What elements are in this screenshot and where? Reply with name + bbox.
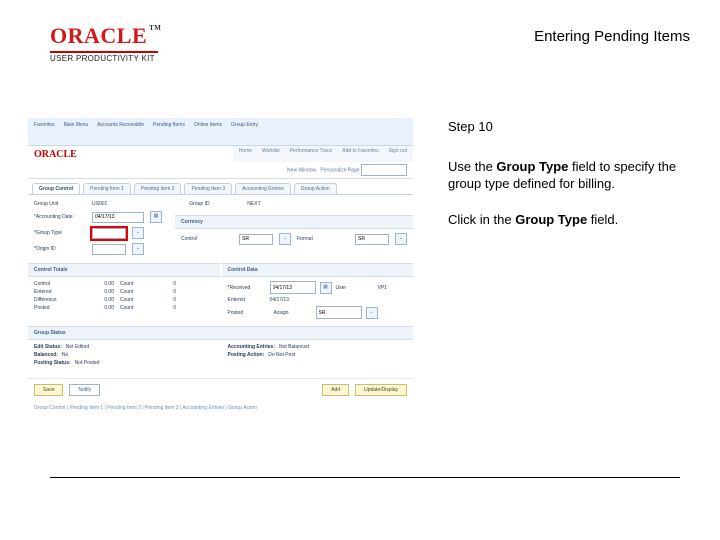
balanced-value: No: [62, 352, 68, 358]
instruction-line-1: Use the Group Type field to specify the …: [448, 158, 692, 193]
tab-accounting-entries[interactable]: Accounting Entries: [235, 183, 291, 194]
currency-format-input[interactable]: [355, 234, 389, 245]
crumb-item[interactable]: Online Items: [194, 122, 222, 141]
add-button[interactable]: Add: [322, 384, 349, 396]
table-row: Posted0.00Count0: [34, 305, 214, 311]
instructions-panel: Step 10 Use the Group Type field to spec…: [448, 118, 692, 228]
group-unit-label: Group Unit: [34, 201, 86, 207]
subnav-item[interactable]: Performance Trace: [290, 148, 333, 160]
edit-status-value: Not Edited: [66, 344, 89, 350]
table-row: Entered0.00Count0: [34, 289, 214, 295]
edit-status-label: Edit Status:: [34, 344, 62, 350]
acct-entries-value: Not Balanced: [279, 344, 309, 350]
crumb-item[interactable]: Accounts Receivable: [97, 122, 144, 141]
app-logo: ORACLE: [28, 147, 83, 162]
crumb-item[interactable]: Pending Items: [153, 122, 185, 141]
bottom-tab-links[interactable]: Group Control | Pending Item 1 | Pending…: [28, 401, 413, 415]
screenshot-thumbnail: Favorites Main Menu Accounts Receivable …: [28, 118, 413, 415]
step-label: Step 10: [448, 118, 692, 136]
balanced-label: Balanced:: [34, 352, 58, 358]
posting-status-label: Posting Status:: [34, 360, 71, 366]
tab-pending-item-1[interactable]: Pending Item 1: [83, 183, 131, 194]
brand-rule: [50, 51, 158, 53]
notify-button[interactable]: Notify: [69, 384, 100, 396]
origin-id-label: *Origin ID: [34, 246, 86, 252]
trademark: TM: [149, 25, 161, 32]
lookup-icon[interactable]: ⌄: [279, 233, 291, 245]
posted-label: Posted: [228, 310, 266, 316]
group-type-label: *Group Type: [34, 230, 86, 236]
assign-input[interactable]: [316, 306, 362, 319]
crumb-item[interactable]: Group Entry: [231, 122, 258, 141]
brand-text: ORACLE: [50, 24, 147, 47]
personalize-link[interactable]: Personalize Page: [320, 167, 359, 173]
group-id-label: Group ID: [189, 201, 241, 207]
crumb-item[interactable]: Favorites: [34, 122, 55, 141]
user-value: VP1: [378, 285, 387, 291]
table-row: Control0.00Count0: [34, 281, 214, 287]
brand-logo: ORACLE TM USER PRODUCTIVITY KIT: [50, 24, 161, 63]
currency-control-input[interactable]: [239, 234, 273, 245]
app-breadcrumb: Favorites Main Menu Accounts Receivable …: [28, 118, 413, 146]
posting-status-value: Not Posted: [75, 360, 100, 366]
footer-rule: [50, 477, 680, 478]
page-tabs: Group Control Pending Item 1 Pending Ite…: [28, 179, 413, 194]
control-totals-header: Control Totals: [28, 263, 220, 277]
group-type-input[interactable]: [92, 228, 126, 239]
subnav-item[interactable]: Worklist: [262, 148, 280, 160]
table-row: Difference0.00Count0: [34, 297, 214, 303]
product-line: USER PRODUCTIVITY KIT: [50, 55, 161, 63]
tab-pending-item-3[interactable]: Pending Item 3: [184, 183, 232, 194]
currency-control-label: Control: [181, 236, 233, 242]
acct-entries-label: Accounting Entries:: [228, 344, 276, 350]
group-id-value: NEXT: [247, 201, 260, 207]
subnav-item[interactable]: Home: [239, 148, 252, 160]
calendar-icon[interactable]: ▦: [150, 211, 162, 223]
control-data-header: Control Data: [222, 263, 414, 277]
group-unit-value: US001: [92, 201, 107, 207]
entered-label: Entered: [228, 297, 266, 303]
new-window-link[interactable]: New Window: [287, 167, 316, 173]
subnav-item[interactable]: Sign out: [389, 148, 407, 160]
update-display-button[interactable]: Update/Display: [355, 384, 407, 396]
instruction-line-2: Click in the Group Type field.: [448, 211, 692, 229]
tab-group-action[interactable]: Group Action: [294, 183, 337, 194]
tab-group-control[interactable]: Group Control: [32, 183, 80, 194]
currency-section-header: Currency: [175, 215, 413, 229]
subnav-item[interactable]: Add to Favorites: [342, 148, 378, 160]
user-label: User: [336, 285, 374, 291]
calendar-icon[interactable]: ▦: [320, 282, 332, 294]
lookup-icon[interactable]: ⌄: [366, 307, 378, 319]
quick-search-input[interactable]: [361, 164, 407, 176]
lookup-icon[interactable]: ⌄: [132, 243, 144, 255]
received-label: *Received: [228, 285, 266, 291]
currency-format-label: Format: [297, 236, 349, 242]
lookup-icon[interactable]: ⌄: [395, 233, 407, 245]
assign-label: Assign: [274, 310, 312, 316]
accounting-date-input[interactable]: [92, 212, 144, 223]
posting-action-label: Posting Action:: [228, 352, 265, 358]
save-button[interactable]: Save: [34, 384, 63, 396]
origin-id-input[interactable]: [92, 244, 126, 255]
received-input[interactable]: [270, 281, 316, 294]
accounting-date-label: *Accounting Date: [34, 214, 86, 220]
group-status-header: Group Status: [28, 326, 413, 340]
lookup-icon[interactable]: ⌄: [132, 227, 144, 239]
crumb-item[interactable]: Main Menu: [64, 122, 89, 141]
entered-value: 04/17/13: [270, 297, 289, 303]
posting-action-value: Do Not Post: [268, 352, 295, 358]
control-totals-grid: Control0.00Count0 Entered0.00Count0 Diff…: [34, 281, 214, 311]
page-title: Entering Pending Items: [534, 24, 690, 45]
tab-pending-item-2[interactable]: Pending Item 2: [134, 183, 182, 194]
